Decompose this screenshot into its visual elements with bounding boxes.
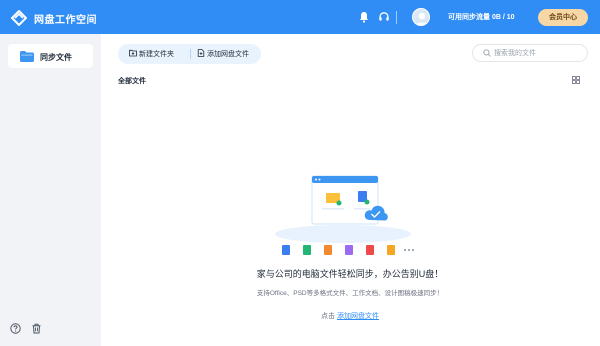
file-type-icons	[282, 245, 415, 255]
app-logo-icon	[11, 10, 27, 26]
grid-view-icon[interactable]	[572, 76, 580, 84]
sidebar-item-sync-files[interactable]: 同步文件	[8, 44, 93, 68]
more-dot	[411, 248, 415, 252]
add-cloud-file-link[interactable]: 添加网盘文件	[337, 313, 379, 320]
new-folder-button[interactable]: 新建文件夹	[129, 49, 174, 59]
headset-icon[interactable]	[378, 11, 390, 23]
image-file-icon	[387, 245, 395, 255]
user-avatar-icon	[416, 12, 428, 25]
help-icon[interactable]	[10, 323, 21, 334]
empty-state-action: 点击 添加网盘文件	[0, 311, 600, 321]
member-center-button[interactable]: 会员中心	[538, 9, 588, 26]
toolbar-divider	[190, 49, 191, 59]
add-file-icon	[197, 49, 205, 57]
search-icon	[483, 49, 491, 57]
word-file-icon	[282, 245, 290, 255]
sidebar-item-label: 同步文件	[40, 53, 72, 62]
top-header: 网盘工作空间 可用同步流量 0B / 10 会员中心	[0, 0, 600, 34]
section-title: 全部文件	[118, 78, 146, 85]
pdf-file-icon	[366, 245, 374, 255]
sync-quota-label: 可用同步流量 0B / 10	[448, 14, 515, 21]
file-toolbar: 新建文件夹 添加网盘文件	[118, 44, 261, 64]
add-cloud-file-button[interactable]: 添加网盘文件	[197, 49, 249, 59]
folder-icon	[20, 51, 34, 62]
sync-illustration	[275, 175, 411, 243]
excel-file-icon	[303, 245, 311, 255]
search-input[interactable]	[494, 46, 584, 60]
more-dot	[407, 248, 411, 252]
app-title: 网盘工作空间	[34, 15, 97, 26]
add-cloud-file-label: 添加网盘文件	[207, 51, 249, 58]
avatar[interactable]	[412, 8, 430, 26]
archive-file-icon	[345, 245, 353, 255]
trash-icon[interactable]	[31, 323, 42, 334]
more-dot	[403, 248, 407, 252]
search-box	[472, 44, 588, 62]
ppt-file-icon	[324, 245, 332, 255]
bell-icon[interactable]	[358, 11, 370, 23]
new-folder-label: 新建文件夹	[139, 51, 174, 58]
new-folder-icon	[129, 49, 137, 57]
header-divider	[396, 11, 397, 24]
empty-state-action-prefix: 点击	[321, 313, 336, 320]
empty-state-title: 家与公司的电脑文件轻松同步，办公告别U盘！	[256, 269, 444, 279]
empty-state-description: 支持Office、PSD等多格式文件、工作文档、设计图稿极速同步！	[256, 290, 444, 297]
sidebar: 同步文件	[0, 34, 101, 346]
